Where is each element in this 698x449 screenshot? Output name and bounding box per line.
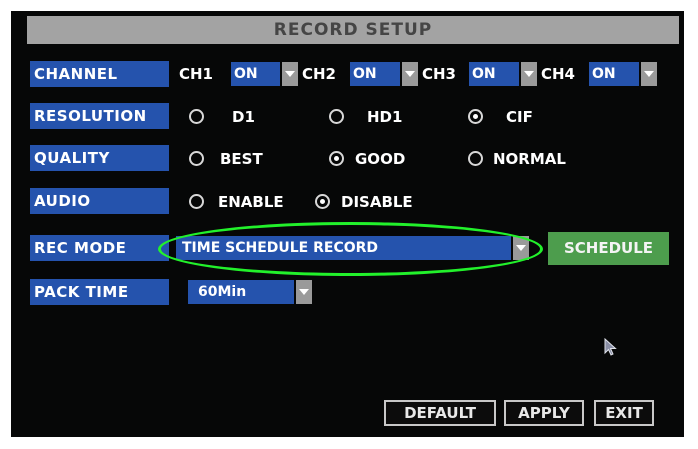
chevron-down-icon[interactable] [402, 62, 418, 86]
rec-mode-label: REC MODE [30, 235, 169, 261]
resolution-d1-label: D1 [232, 108, 255, 126]
ch2-select[interactable]: ON [350, 62, 418, 86]
resolution-d1-radio[interactable] [189, 109, 204, 124]
pack-time-label: PACK TIME [30, 279, 169, 305]
resolution-cif-label: CIF [506, 108, 533, 126]
ch3-value: ON [469, 62, 519, 86]
audio-disable-label: DISABLE [341, 193, 413, 211]
quality-good-label: GOOD [355, 150, 406, 168]
dvr-screen: RECORD SETUP CHANNEL CH1 ON CH2 ON CH3 O… [11, 11, 684, 437]
audio-label: AUDIO [30, 188, 169, 214]
chevron-down-icon[interactable] [641, 62, 657, 86]
audio-disable-radio[interactable] [315, 194, 330, 209]
ch1-label: CH1 [179, 65, 213, 83]
ch4-value: ON [589, 62, 639, 86]
channel-label: CHANNEL [30, 61, 169, 87]
page-title: RECORD SETUP [27, 16, 679, 44]
schedule-button[interactable]: SCHEDULE [548, 232, 669, 265]
rec-mode-value: TIME SCHEDULE RECORD [176, 236, 511, 260]
resolution-cif-radio[interactable] [468, 109, 483, 124]
resolution-label: RESOLUTION [30, 103, 169, 129]
chevron-down-icon[interactable] [513, 236, 529, 260]
resolution-hd1-radio[interactable] [329, 109, 344, 124]
pack-time-value: 60Min [188, 280, 294, 304]
chevron-down-icon[interactable] [521, 62, 537, 86]
pack-time-select[interactable]: 60Min [188, 280, 312, 304]
ch1-select[interactable]: ON [231, 62, 298, 86]
audio-enable-radio[interactable] [189, 194, 204, 209]
quality-best-radio[interactable] [189, 151, 204, 166]
ch3-select[interactable]: ON [469, 62, 537, 86]
quality-normal-radio[interactable] [468, 151, 483, 166]
chevron-down-icon[interactable] [296, 280, 312, 304]
chevron-down-icon[interactable] [282, 62, 298, 86]
quality-normal-label: NORMAL [493, 150, 566, 168]
exit-button[interactable]: EXIT [594, 400, 654, 426]
ch4-select[interactable]: ON [589, 62, 657, 86]
rec-mode-select[interactable]: TIME SCHEDULE RECORD [176, 236, 529, 260]
quality-label: QUALITY [30, 145, 169, 171]
ch4-label: CH4 [541, 65, 575, 83]
quality-good-radio[interactable] [329, 151, 344, 166]
quality-best-label: BEST [220, 150, 263, 168]
mouse-cursor-icon [604, 338, 617, 356]
audio-enable-label: ENABLE [218, 193, 284, 211]
default-button[interactable]: DEFAULT [384, 400, 496, 426]
resolution-hd1-label: HD1 [367, 108, 403, 126]
ch1-value: ON [231, 62, 280, 86]
ch2-value: ON [350, 62, 400, 86]
ch2-label: CH2 [302, 65, 336, 83]
ch3-label: CH3 [422, 65, 456, 83]
apply-button[interactable]: APPLY [504, 400, 584, 426]
